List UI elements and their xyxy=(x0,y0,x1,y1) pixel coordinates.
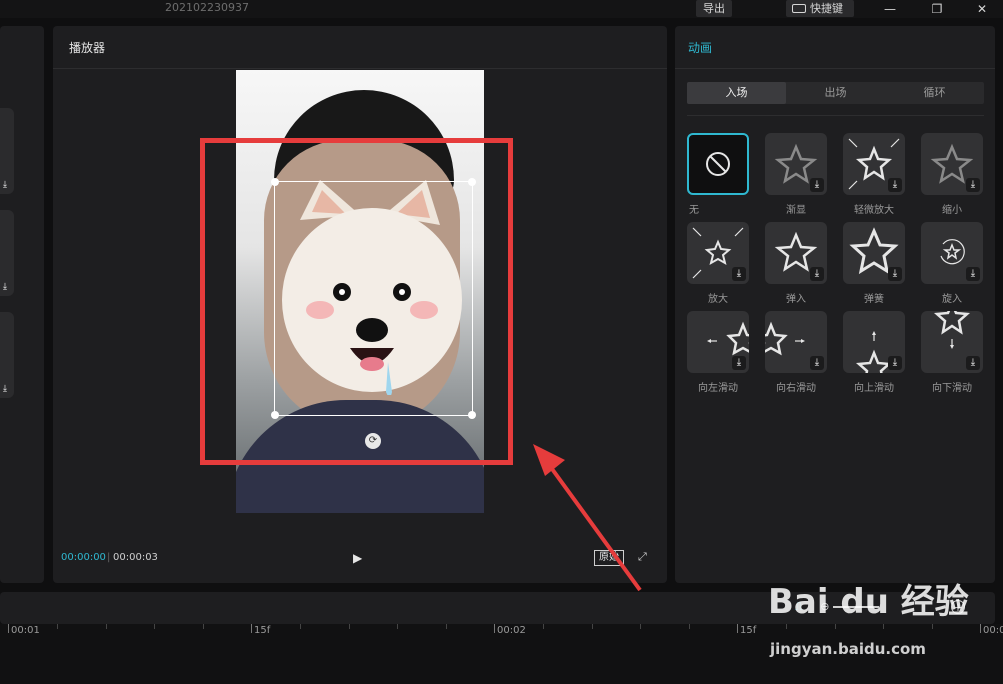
anim-label: 向左滑动 xyxy=(698,383,738,394)
download-icon: ⤓ xyxy=(3,282,7,292)
anim-tile-slight-zoom[interactable]: ⤓ xyxy=(843,133,905,195)
anim-tile-fade-in[interactable]: ⤓ xyxy=(765,133,827,195)
none-icon xyxy=(706,152,730,176)
anim-tile-spring[interactable]: ⤓ xyxy=(843,222,905,284)
watermark-url: jingyan.baidu.com xyxy=(770,640,926,658)
animation-panel: 动画 入场 出场 循环 无 ⤓ 渐显 ⤓ 轻微放大 ⤓ 缩小 ⤓ 放大 ⤓ 弹入… xyxy=(675,26,995,583)
export-button[interactable]: 导出 xyxy=(696,0,732,17)
play-icon[interactable]: ▶ xyxy=(353,551,367,565)
tab-loop[interactable]: 循环 xyxy=(885,82,984,104)
download-icon: ⤓ xyxy=(966,178,980,192)
restore-icon[interactable]: ❐ xyxy=(926,1,948,17)
anim-label: 渐显 xyxy=(786,205,806,216)
anim-label: 放大 xyxy=(708,294,728,305)
player-header xyxy=(53,26,667,69)
time-separator: | xyxy=(107,552,111,563)
tab-exit[interactable]: 出场 xyxy=(786,82,885,104)
ruler-label: 00:03 xyxy=(983,625,1003,636)
animation-title: 动画 xyxy=(688,41,713,55)
ruler-label: 15f xyxy=(740,625,757,636)
watermark-logo: Bai du 经验 xyxy=(768,582,969,622)
anim-tile-none[interactable] xyxy=(687,133,749,195)
download-icon: ⤓ xyxy=(888,356,902,370)
media-thumbnail[interactable]: ⤓ xyxy=(0,210,14,296)
download-icon: ⤓ xyxy=(966,356,980,370)
tab-entrance[interactable]: 入场 xyxy=(687,82,786,104)
anim-tile-spin-in[interactable]: ⤓ xyxy=(921,222,983,284)
minimize-icon[interactable]: — xyxy=(879,1,901,17)
anim-label: 向下滑动 xyxy=(932,383,972,394)
anim-tile-slide-left[interactable]: ⤓ xyxy=(687,311,749,373)
anim-label: 向右滑动 xyxy=(776,383,816,394)
shortcut-button[interactable]: 快捷键 xyxy=(786,0,854,17)
anim-tile-pop-in[interactable]: ⤓ xyxy=(765,222,827,284)
media-thumbnail[interactable]: ⤓ xyxy=(0,108,14,194)
anim-label: 弹簧 xyxy=(864,294,884,305)
project-title: 202102230937 xyxy=(165,1,249,14)
ruler-label: 15f xyxy=(254,625,271,636)
anim-tile-shrink[interactable]: ⤓ xyxy=(921,133,983,195)
download-icon: ⤓ xyxy=(732,267,746,281)
download-icon: ⤓ xyxy=(732,356,746,370)
anim-label: 弹入 xyxy=(786,294,806,305)
download-icon: ⤓ xyxy=(888,267,902,281)
ruler-label: 00:02 xyxy=(497,625,526,636)
annotation-arrow xyxy=(533,444,642,592)
anim-tile-zoom-in[interactable]: ⤓ xyxy=(687,222,749,284)
media-thumbnail[interactable]: ⤓ xyxy=(0,312,14,398)
ruler-label: 00:01 xyxy=(11,625,40,636)
shortcut-label: 快捷键 xyxy=(810,2,843,15)
anim-tile-slide-right[interactable]: ⤓ xyxy=(765,311,827,373)
download-icon: ⤓ xyxy=(810,178,824,192)
anim-label: 轻微放大 xyxy=(854,205,894,216)
anim-tile-slide-down[interactable]: ⤓ xyxy=(921,311,983,373)
anim-label: 旋入 xyxy=(942,294,962,305)
anim-label: 缩小 xyxy=(942,205,962,216)
download-icon: ⤓ xyxy=(3,384,7,394)
download-icon: ⤓ xyxy=(810,356,824,370)
download-icon: ⤓ xyxy=(810,267,824,281)
download-icon: ⤓ xyxy=(888,178,902,192)
annotation-rectangle xyxy=(200,138,513,465)
current-time: 00:00:00 xyxy=(61,552,106,563)
player-title: 播放器 xyxy=(69,41,106,55)
media-panel: ⤓ ⤓ ⤓ xyxy=(0,26,44,583)
keyboard-icon xyxy=(792,4,806,13)
close-icon[interactable]: ✕ xyxy=(971,1,993,17)
animation-tabs: 入场 出场 循环 xyxy=(687,82,984,104)
anim-label: 无 xyxy=(689,205,699,216)
total-time: 00:00:03 xyxy=(113,552,158,563)
download-icon: ⤓ xyxy=(966,267,980,281)
anim-label: 向上滑动 xyxy=(854,383,894,394)
download-icon: ⤓ xyxy=(3,180,7,190)
anim-tile-slide-up[interactable]: ⤓ xyxy=(843,311,905,373)
